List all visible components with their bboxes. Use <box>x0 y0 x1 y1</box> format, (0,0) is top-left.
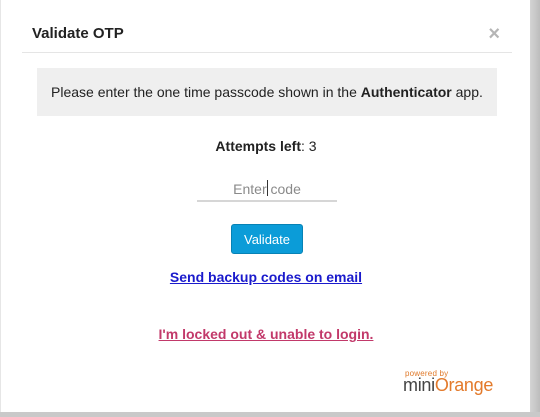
attempts-label: Attempts left <box>215 138 301 154</box>
dialog-title: Validate OTP <box>32 25 124 42</box>
brand-name-orange: Orange <box>434 375 494 395</box>
backdrop-shadow-bottom <box>0 412 540 417</box>
miniorange-logo: powered by miniOrange <box>403 369 495 399</box>
attempts-count: 3 <box>308 138 317 154</box>
instruction-text-prefix: Please enter the one time passcode shown… <box>51 84 361 100</box>
backdrop-shadow-right <box>530 0 540 417</box>
brand-name-mini: mini <box>403 375 435 395</box>
instruction-box: Please enter the one time passcode shown… <box>37 68 497 116</box>
brand-name: miniOrange <box>403 375 493 396</box>
validate-otp-dialog: Validate OTP × Please enter the one time… <box>0 0 530 412</box>
authenticator-app-name: Authenticator <box>360 84 452 100</box>
page: Validate OTP × Please enter the one time… <box>0 0 540 417</box>
instruction-text-suffix: app. <box>451 84 483 100</box>
send-backup-codes-link[interactable]: Send backup codes on email <box>1 269 531 285</box>
attempts-separator: : <box>300 138 309 154</box>
validate-button[interactable]: Validate <box>231 224 303 254</box>
dialog-header: Validate OTP × <box>22 10 512 53</box>
text-caret <box>267 180 268 196</box>
close-icon[interactable]: × <box>488 24 500 44</box>
attempts-left: Attempts left: 3 <box>1 138 531 154</box>
locked-out-link[interactable]: I'm locked out & unable to login. <box>1 326 531 342</box>
